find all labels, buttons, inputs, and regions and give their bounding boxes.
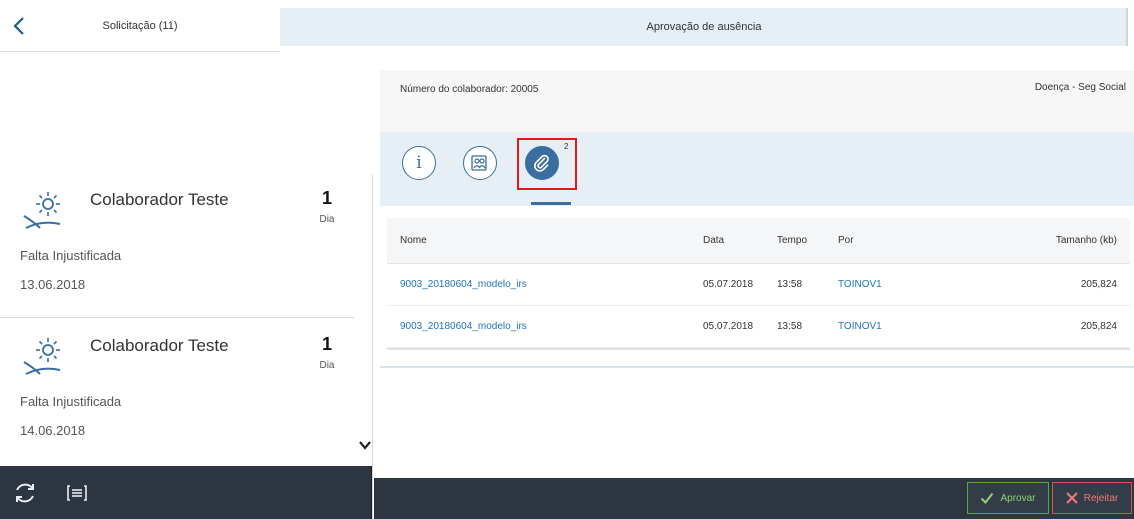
employee-number: Número do colaborador: 20005: [400, 84, 539, 95]
page-title: Aprovação de ausência: [646, 21, 762, 33]
column-header-name[interactable]: Nome: [400, 218, 427, 264]
cell-date: 05.07.2018: [703, 321, 754, 332]
attachments-table: Nome Data Tempo Por Tamanho (kb) 9003_20…: [387, 218, 1130, 350]
item-date: 14.06.2018: [20, 423, 86, 438]
refresh-icon[interactable]: [12, 480, 38, 506]
icon-tab-bar: i 2: [380, 132, 1134, 206]
close-icon: [1066, 492, 1078, 504]
column-header-date[interactable]: Data: [703, 218, 724, 264]
master-header: Solicitação (11): [0, 0, 280, 52]
reject-button-label: Rejeitar: [1083, 492, 1119, 504]
column-header-time[interactable]: Tempo: [777, 218, 807, 264]
detail-footer: Aprovar Rejeitar: [374, 478, 1134, 519]
people-icon: [471, 155, 487, 171]
vacation-beach-icon: [23, 338, 61, 375]
column-header-by[interactable]: Por: [838, 218, 854, 264]
cell-size: 205,824: [1080, 321, 1117, 332]
table-row[interactable]: 9003_20180604_modelo_irs 05.07.2018 13:5…: [387, 264, 1130, 306]
cell-date: 05.07.2018: [703, 279, 754, 290]
vacation-beach-icon: [23, 192, 61, 229]
item-date: 13.06.2018: [20, 277, 86, 292]
table-row[interactable]: 9003_20180604_modelo_irs 05.07.2018 13:5…: [387, 306, 1130, 348]
cell-time: 13:58: [777, 279, 803, 290]
attachment-link[interactable]: 9003_20180604_modelo_irs: [400, 264, 527, 306]
attachment-link[interactable]: 9003_20180604_modelo_irs: [400, 306, 527, 348]
list-icon[interactable]: [64, 480, 90, 506]
detail-header: Aprovação de ausência: [280, 8, 1128, 46]
cell-size: 205,824: [1080, 279, 1117, 290]
uploader-link[interactable]: TOINOV1: [838, 306, 882, 348]
approve-button-label: Aprovar: [1000, 492, 1036, 504]
uploader-link[interactable]: TOINOV1: [838, 264, 882, 306]
approve-button[interactable]: Aprovar: [967, 482, 1049, 514]
tab-people[interactable]: [463, 146, 497, 180]
info-icon: i: [416, 153, 422, 173]
chevron-left-icon: [13, 17, 24, 35]
item-absence-type: Falta Injustificada: [20, 394, 122, 409]
attachment-count-badge: 2: [564, 142, 569, 151]
master-title: Solicitação (11): [102, 20, 178, 32]
column-header-size[interactable]: Tamanho (kb): [1056, 218, 1117, 264]
section-divider: [380, 366, 1134, 368]
item-name: Colaborador Teste: [90, 336, 229, 355]
back-button[interactable]: [8, 12, 30, 40]
table-header: Nome Data Tempo Por Tamanho (kb): [387, 218, 1130, 264]
checkmark-icon: [981, 492, 994, 505]
item-absence-type: Falta Injustificada: [20, 248, 122, 263]
tab-info[interactable]: i: [402, 146, 436, 180]
cell-time: 13:58: [777, 321, 803, 332]
item-name: Colaborador Teste: [90, 190, 229, 209]
detail-panel: Aprovação de ausência Número do colabora…: [280, 0, 1134, 519]
absence-type: Doença - Seg Social: [1034, 82, 1126, 93]
reject-button[interactable]: Rejeitar: [1052, 482, 1132, 514]
object-header: Número do colaborador: 20005 Doença - Se…: [380, 70, 1134, 132]
tab-selected-indicator: [531, 202, 571, 205]
